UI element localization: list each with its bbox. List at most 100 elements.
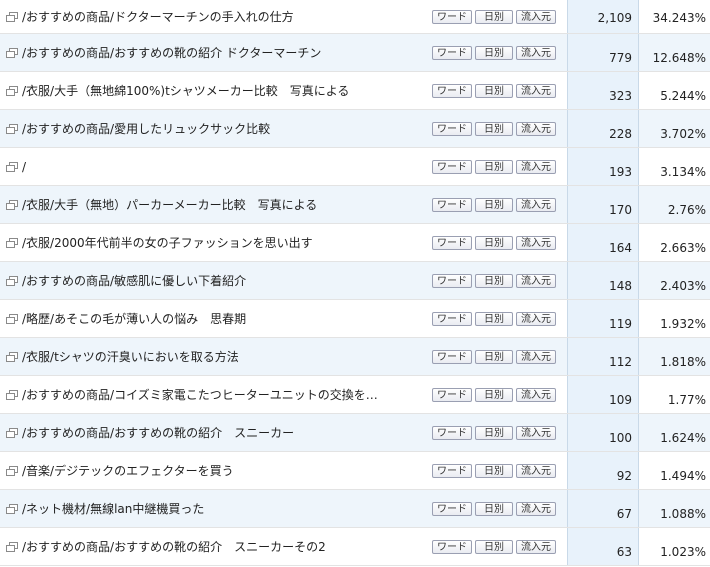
page-path-link[interactable]: /おすすめの商品/コイズミ家電こたつヒーターユニットの交換を… xyxy=(22,386,432,403)
page-path-link[interactable]: /ネット機材/無線lan中継機買った xyxy=(22,500,432,517)
page-path-link[interactable]: /おすすめの商品/おすすめの靴の紹介 スニーカーその2 xyxy=(22,538,432,555)
daily-button[interactable]: 日別 xyxy=(475,83,513,98)
daily-button[interactable]: 日別 xyxy=(475,387,513,402)
access-ranking-table: /おすすめの商品/ドクターマーチンの手入れの仕方 ワード 日別 流入元 2,109 34.… xyxy=(0,0,710,566)
page-path-cell: /衣服/大手（無地）パーカーメーカー比較 写真による ワード 日別 流入元 xyxy=(0,186,567,223)
source-button[interactable]: 流入元 xyxy=(516,463,556,478)
page-path-cell: /おすすめの商品/コイズミ家電こたつヒーターユニットの交換を… ワード 日別 流入元 xyxy=(0,376,567,413)
words-button[interactable]: ワード xyxy=(432,311,472,326)
source-button[interactable]: 流入元 xyxy=(516,83,556,98)
words-button[interactable]: ワード xyxy=(432,273,472,288)
page-icon xyxy=(6,503,18,514)
pageview-percentage: 34.243% xyxy=(652,11,706,25)
words-button[interactable]: ワード xyxy=(432,197,472,212)
source-button[interactable]: 流入元 xyxy=(516,539,556,554)
words-button[interactable]: ワード xyxy=(432,9,472,24)
source-button[interactable]: 流入元 xyxy=(516,273,556,288)
source-button[interactable]: 流入元 xyxy=(516,235,556,250)
page-icon xyxy=(6,85,18,96)
row-actions: ワード 日別 流入元 xyxy=(432,9,556,24)
daily-button[interactable]: 日別 xyxy=(475,9,513,24)
source-button[interactable]: 流入元 xyxy=(516,9,556,24)
page-path-link[interactable]: /おすすめの商品/愛用したリュックサック比較 xyxy=(22,120,432,137)
page-path-link[interactable]: / xyxy=(22,160,432,174)
page-icon xyxy=(6,351,18,362)
page-path-link[interactable]: /衣服/tシャツの汗臭いにおいを取る方法 xyxy=(22,348,432,365)
pageview-count: 109 xyxy=(567,376,639,413)
page-path-link[interactable]: /衣服/2000年代前半の女の子ファッションを思い出す xyxy=(22,234,432,251)
daily-button[interactable]: 日別 xyxy=(475,425,513,440)
page-icon xyxy=(6,275,18,286)
source-button[interactable]: 流入元 xyxy=(516,387,556,402)
table-row: /衣服/大手（無地）パーカーメーカー比較 写真による ワード 日別 流入元 170 2.7… xyxy=(0,186,710,224)
source-button[interactable]: 流入元 xyxy=(516,159,556,174)
pageview-count: 119 xyxy=(567,300,639,337)
page-path-link[interactable]: /おすすめの商品/おすすめの靴の紹介 ドクターマーチン xyxy=(22,44,432,61)
pageview-count: 92 xyxy=(567,452,639,489)
page-path-link[interactable]: /おすすめの商品/ドクターマーチンの手入れの仕方 xyxy=(22,8,432,25)
source-button[interactable]: 流入元 xyxy=(516,121,556,136)
page-path-cell: /おすすめの商品/ドクターマーチンの手入れの仕方 ワード 日別 流入元 xyxy=(0,0,567,33)
daily-button[interactable]: 日別 xyxy=(475,349,513,364)
table-row: /衣服/tシャツの汗臭いにおいを取る方法 ワード 日別 流入元 112 1.818% xyxy=(0,338,710,376)
page-path-cell: / ワード 日別 流入元 xyxy=(0,148,567,185)
row-actions: ワード 日別 流入元 xyxy=(432,121,556,136)
page-path-cell: /衣服/tシャツの汗臭いにおいを取る方法 ワード 日別 流入元 xyxy=(0,338,567,375)
pageview-count: 164 xyxy=(567,224,639,261)
page-path-link[interactable]: /衣服/大手（無地綿100%)tシャツメーカー比較 写真による xyxy=(22,82,432,99)
row-actions: ワード 日別 流入元 xyxy=(432,273,556,288)
page-path-link[interactable]: /衣服/大手（無地）パーカーメーカー比較 写真による xyxy=(22,196,432,213)
page-icon xyxy=(6,11,18,22)
table-row: /音楽/デジテックのエフェクターを買う ワード 日別 流入元 92 1.494% xyxy=(0,452,710,490)
source-button[interactable]: 流入元 xyxy=(516,501,556,516)
words-button[interactable]: ワード xyxy=(432,235,472,250)
daily-button[interactable]: 日別 xyxy=(475,45,513,60)
page-path-link[interactable]: /略歴/あそこの毛が薄い人の悩み 思春期 xyxy=(22,310,432,327)
daily-button[interactable]: 日別 xyxy=(475,121,513,136)
source-button[interactable]: 流入元 xyxy=(516,197,556,212)
daily-button[interactable]: 日別 xyxy=(475,273,513,288)
daily-button[interactable]: 日別 xyxy=(475,159,513,174)
daily-button[interactable]: 日別 xyxy=(475,311,513,326)
page-path-cell: /おすすめの商品/おすすめの靴の紹介 スニーカーその2 ワード 日別 流入元 xyxy=(0,528,567,565)
table-row: /おすすめの商品/ドクターマーチンの手入れの仕方 ワード 日別 流入元 2,109 34.… xyxy=(0,0,710,34)
daily-button[interactable]: 日別 xyxy=(475,463,513,478)
row-actions: ワード 日別 流入元 xyxy=(432,235,556,250)
pageview-count: 148 xyxy=(567,262,639,299)
words-button[interactable]: ワード xyxy=(432,425,472,440)
words-button[interactable]: ワード xyxy=(432,349,472,364)
pageview-percentage: 1.77% xyxy=(667,393,706,407)
pageview-percentage: 12.648% xyxy=(639,34,710,71)
source-button[interactable]: 流入元 xyxy=(516,311,556,326)
words-button[interactable]: ワード xyxy=(432,387,472,402)
pageview-count: 112 xyxy=(567,338,639,375)
daily-button[interactable]: 日別 xyxy=(475,235,513,250)
source-button[interactable]: 流入元 xyxy=(516,425,556,440)
pageview-percentage: 2.403% xyxy=(639,262,710,299)
daily-button[interactable]: 日別 xyxy=(475,539,513,554)
page-icon xyxy=(6,313,18,324)
table-row: /衣服/2000年代前半の女の子ファッションを思い出す ワード 日別 流入元 164 2.… xyxy=(0,224,710,262)
words-button[interactable]: ワード xyxy=(432,501,472,516)
words-button[interactable]: ワード xyxy=(432,159,472,174)
pageview-count: 63 xyxy=(567,528,639,565)
page-icon xyxy=(6,465,18,476)
daily-button[interactable]: 日別 xyxy=(475,197,513,212)
table-row: / ワード 日別 流入元 193 3.134% xyxy=(0,148,710,186)
row-actions: ワード 日別 流入元 xyxy=(432,45,556,60)
page-path-link[interactable]: /音楽/デジテックのエフェクターを買う xyxy=(22,462,432,479)
pageview-percentage: 1.088% xyxy=(639,490,710,527)
pageview-percentage: 2.76% xyxy=(639,186,710,223)
words-button[interactable]: ワード xyxy=(432,45,472,60)
source-button[interactable]: 流入元 xyxy=(516,349,556,364)
page-icon xyxy=(6,123,18,134)
page-path-cell: /おすすめの商品/おすすめの靴の紹介 ドクターマーチン ワード 日別 流入元 xyxy=(0,34,567,71)
words-button[interactable]: ワード xyxy=(432,463,472,478)
daily-button[interactable]: 日別 xyxy=(475,501,513,516)
words-button[interactable]: ワード xyxy=(432,121,472,136)
page-path-link[interactable]: /おすすめの商品/おすすめの靴の紹介 スニーカー xyxy=(22,424,432,441)
source-button[interactable]: 流入元 xyxy=(516,45,556,60)
words-button[interactable]: ワード xyxy=(432,83,472,98)
page-path-link[interactable]: /おすすめの商品/敏感肌に優しい下着紹介 xyxy=(22,272,432,289)
words-button[interactable]: ワード xyxy=(432,539,472,554)
